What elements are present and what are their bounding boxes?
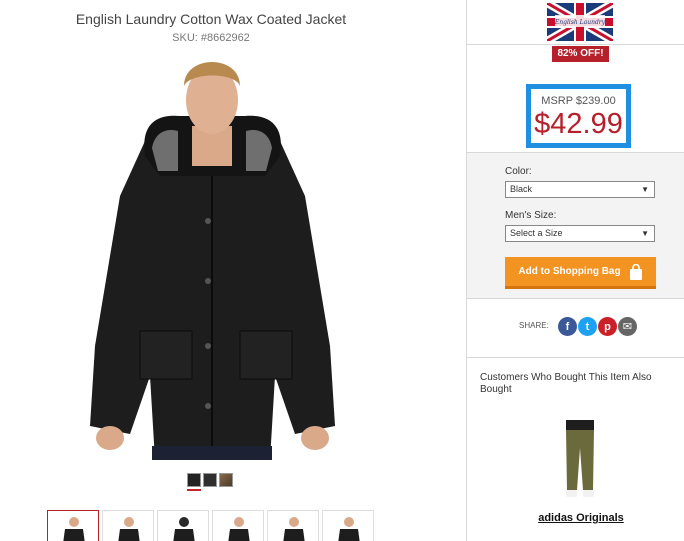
product-options: Color: Black ▼ Men's Size: Select a Size… <box>467 153 684 299</box>
sku-label: SKU: <box>172 32 198 44</box>
swatch-charcoal[interactable] <box>203 473 217 487</box>
size-select[interactable]: Select a Size ▼ <box>505 225 655 242</box>
share-icons: f t p ✉ <box>558 317 637 336</box>
add-to-bag-label: Add to Shopping Bag <box>518 266 621 277</box>
sale-price: $42.99 <box>534 108 623 140</box>
purchase-panel: English Laundry 82% OFF! MSRP $239.00 $4… <box>466 0 684 541</box>
thumbnail-4[interactable] <box>212 510 264 541</box>
product-main-image[interactable] <box>80 46 345 460</box>
product-sku: SKU: #8662962 <box>0 32 422 44</box>
brand-logo-text: English Laundry <box>554 19 606 26</box>
share-label: SHARE: <box>519 321 549 330</box>
swatch-black[interactable] <box>187 473 201 487</box>
thumbnail-5[interactable] <box>267 510 319 541</box>
price-box: MSRP $239.00 $42.99 <box>526 84 631 148</box>
thumbnail-strip <box>47 510 374 541</box>
chevron-down-icon: ▼ <box>641 229 649 238</box>
thumbnail-3[interactable] <box>157 510 209 541</box>
recommended-product-image[interactable] <box>560 420 600 498</box>
product-title: English Laundry Cotton Wax Coated Jacket <box>75 11 347 27</box>
chevron-down-icon: ▼ <box>641 185 649 194</box>
selected-swatch-indicator <box>187 489 201 491</box>
sku-value: #8662962 <box>200 32 250 44</box>
facebook-icon[interactable]: f <box>558 317 577 336</box>
add-to-bag-button[interactable]: Add to Shopping Bag <box>505 257 656 289</box>
swatch-tan[interactable] <box>219 473 233 487</box>
thumbnail-6[interactable] <box>322 510 374 541</box>
size-label: Men's Size: <box>505 210 557 221</box>
color-select[interactable]: Black ▼ <box>505 181 655 198</box>
english-laundry-logo[interactable]: English Laundry <box>547 3 613 41</box>
color-swatches <box>187 473 233 487</box>
thumbnail-2[interactable] <box>102 510 154 541</box>
share-bar: SHARE: f t p ✉ <box>467 300 684 358</box>
brand-header: English Laundry <box>467 0 684 45</box>
size-select-value: Select a Size <box>510 228 563 238</box>
color-label: Color: <box>505 166 532 177</box>
recommendations-heading: Customers Who Bought This Item Also Boug… <box>480 372 652 395</box>
email-icon[interactable]: ✉ <box>618 317 637 336</box>
recommended-brand-link[interactable]: adidas Originals <box>467 512 684 524</box>
msrp-price: MSRP $239.00 <box>541 95 616 107</box>
color-select-value: Black <box>510 184 533 194</box>
twitter-icon[interactable]: t <box>578 317 597 336</box>
discount-badge: 82% OFF! <box>552 46 609 62</box>
product-gallery: English Laundry Cotton Wax Coated Jacket… <box>0 0 466 541</box>
shopping-bag-icon <box>629 263 642 280</box>
pinterest-icon[interactable]: p <box>598 317 617 336</box>
thumbnail-1[interactable] <box>47 510 99 541</box>
